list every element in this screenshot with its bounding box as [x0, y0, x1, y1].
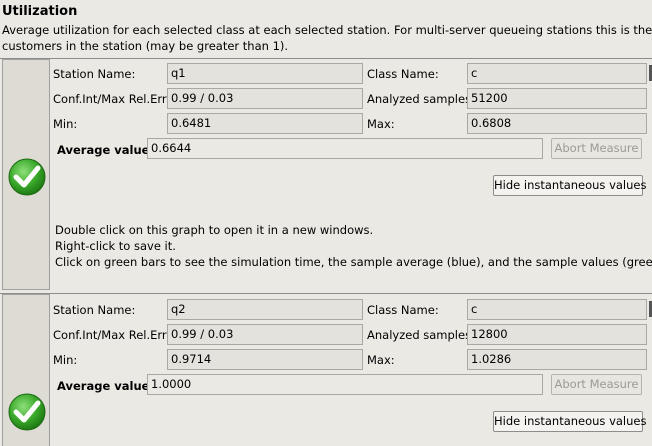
average-value-label: Average value:: [57, 143, 155, 157]
graph-message-1: Double click on this graph to open it in…: [55, 223, 374, 237]
measure-body: Station Name: q1 Class Name: c Conf.Int/…: [51, 59, 652, 290]
min-field: 0.9714: [167, 349, 363, 370]
class-name-field: c: [467, 299, 647, 320]
description-line-2: customers in the station (may be greater…: [2, 39, 289, 53]
class-name-label: Class Name:: [367, 303, 439, 317]
measure-panel-q2: Station Name: q2 Class Name: c Conf.Int/…: [0, 293, 652, 446]
conf-int-label: Conf.Int/Max Rel.Err:: [53, 92, 171, 106]
green-check-icon: [8, 393, 46, 431]
hide-instantaneous-button[interactable]: Hide instantaneous values: [493, 175, 647, 196]
class-name-field: c: [467, 63, 647, 84]
max-field: 1.0286: [467, 349, 647, 370]
header-description: Average utilization for each selected cl…: [2, 22, 652, 54]
average-value-field: 0.6644: [147, 138, 543, 159]
conf-int-field: 0.99 / 0.03: [167, 324, 363, 345]
station-name-field: q1: [167, 63, 363, 84]
status-icon-cell: [2, 294, 50, 446]
max-field: 0.6808: [467, 113, 647, 134]
graph-message-3: Click on green bars to see the simulatio…: [55, 255, 652, 269]
average-value-label: Average value:: [57, 379, 155, 393]
max-label: Max:: [367, 353, 395, 367]
hide-instantaneous-button[interactable]: Hide instantaneous values: [493, 411, 647, 432]
analyzed-samples-label: Analyzed samples:: [367, 92, 475, 106]
header-title: Utilization: [2, 4, 78, 19]
min-label: Min:: [53, 117, 78, 131]
conf-int-label: Conf.Int/Max Rel.Err:: [53, 328, 171, 342]
max-label: Max:: [367, 117, 395, 131]
conf-int-field: 0.99 / 0.03: [167, 88, 363, 109]
graph-message-2: Right-click to save it.: [55, 239, 176, 253]
class-name-label: Class Name:: [367, 67, 439, 81]
analyzed-samples-label: Analyzed samples:: [367, 328, 475, 342]
station-name-field: q2: [167, 299, 363, 320]
abort-measure-button[interactable]: Abort Measure: [551, 138, 642, 159]
station-name-label: Station Name:: [53, 67, 136, 81]
analyzed-samples-field: 12800: [467, 324, 647, 345]
measure-panel-q1: Station Name: q1 Class Name: c Conf.Int/…: [0, 58, 652, 291]
min-field: 0.6481: [167, 113, 363, 134]
description-line-1: Average utilization for each selected cl…: [2, 23, 652, 37]
status-icon-cell: [2, 59, 50, 290]
abort-measure-button[interactable]: Abort Measure: [551, 374, 642, 395]
analyzed-samples-field: 51200: [467, 88, 647, 109]
green-check-icon: [8, 158, 46, 196]
measure-body: Station Name: q2 Class Name: c Conf.Int/…: [51, 294, 652, 446]
station-name-label: Station Name:: [53, 303, 136, 317]
average-value-field: 1.0000: [147, 374, 543, 395]
min-label: Min:: [53, 353, 78, 367]
